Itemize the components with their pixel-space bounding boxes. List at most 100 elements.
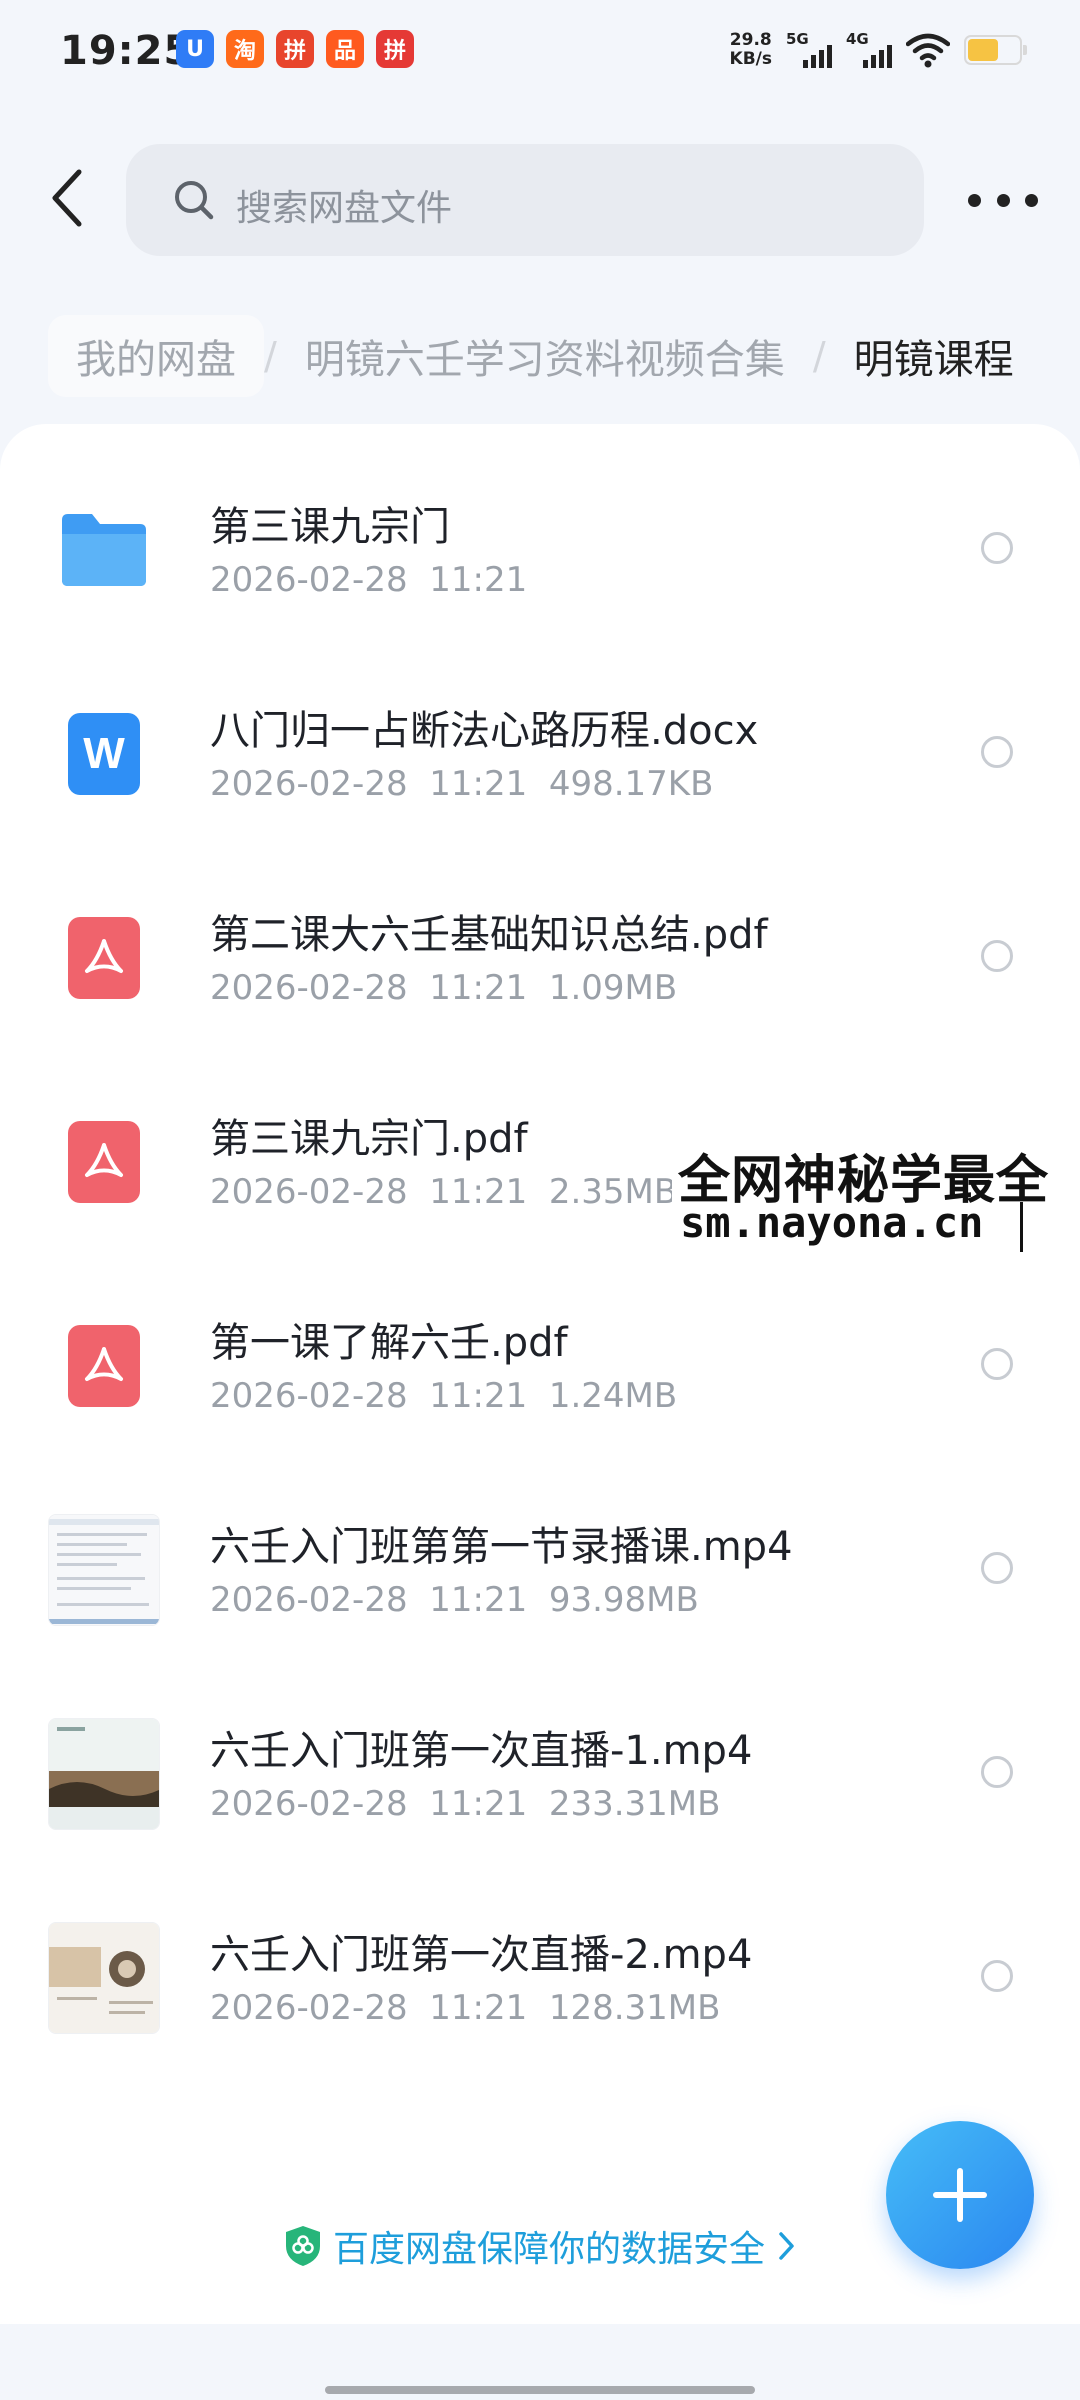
video-thumbnail <box>48 1514 160 1626</box>
file-date: 2026-02-28 <box>210 1784 408 1824</box>
security-banner-link[interactable]: 百度网盘保障你的数据安全 <box>0 2216 1080 2276</box>
search-input[interactable]: 搜索网盘文件 <box>126 144 924 256</box>
network-speed: 29.8 KB/s <box>730 31 772 69</box>
file-date: 2026-02-28 <box>210 1988 408 2028</box>
file-row[interactable]: 第一课了解六壬.pdf 2026-02-28 11:21 1.24MB <box>0 1240 1080 1444</box>
pinduoduo-notification-icon: 拼 <box>276 30 314 68</box>
file-row[interactable]: W 八门归一占断法心路历程.docx 2026-02-28 11:21 498.… <box>0 628 1080 832</box>
select-radio[interactable] <box>981 1960 1013 1992</box>
status-time: 19:25 <box>60 28 193 74</box>
battery-icon <box>964 35 1027 65</box>
file-date: 2026-02-28 <box>210 764 408 804</box>
select-radio[interactable] <box>981 532 1013 564</box>
file-time: 11:21 <box>429 1580 528 1620</box>
select-radio[interactable] <box>981 736 1013 768</box>
file-meta: 2026-02-28 11:21 498.17KB <box>210 764 713 804</box>
folder-icon <box>62 514 146 586</box>
file-time: 11:21 <box>429 764 528 804</box>
file-meta: 2026-02-28 11:21 128.31MB <box>210 1988 720 2028</box>
video-thumbnail <box>48 1718 160 1830</box>
video-thumbnail <box>48 1922 160 2034</box>
file-row[interactable]: 第三课九宗门 2026-02-28 11:21 <box>0 424 1080 628</box>
battery-fill <box>968 39 998 61</box>
network-speed-value: 29.8 <box>729 30 772 50</box>
status-bar: 19:25 U 淘 拼 品 拼 29.8 KB/s 5G 4G <box>0 0 1080 110</box>
file-name: 六壬入门班第一次直播-1.mp4 <box>210 1728 753 1774</box>
file-time: 11:21 <box>429 968 528 1008</box>
file-time: 11:21 <box>429 1376 528 1416</box>
search-placeholder: 搜索网盘文件 <box>236 188 453 229</box>
file-meta: 2026-02-28 11:21 2.35MB <box>210 1172 677 1212</box>
breadcrumb: 我的网盘 / 明镜六壬学习资料视频合集 / 明镜课程 <box>48 315 1014 397</box>
file-meta: 2026-02-28 11:21 1.24MB <box>210 1376 677 1416</box>
file-date: 2026-02-28 <box>210 560 408 600</box>
file-size: 498.17KB <box>548 764 714 804</box>
file-size: 233.31MB <box>548 1784 721 1824</box>
file-name: 六壬入门班第第一节录播课.mp4 <box>210 1524 793 1570</box>
more-dot-icon <box>996 193 1010 207</box>
file-time: 11:21 <box>429 1784 528 1824</box>
file-date: 2026-02-28 <box>210 1580 408 1620</box>
pinduoduo-notification-icon-2: 拼 <box>376 30 414 68</box>
status-indicators: 29.8 KB/s 5G 4G <box>730 30 1027 70</box>
search-icon <box>175 181 214 220</box>
file-list: 第三课九宗门 2026-02-28 11:21 W 八门归一占断法心路历程.do… <box>0 424 1080 2324</box>
file-meta: 2026-02-28 11:21 1.09MB <box>210 968 677 1008</box>
file-size: 128.31MB <box>548 1988 721 2028</box>
pdf-icon <box>68 917 140 999</box>
notification-icons: U 淘 拼 品 拼 <box>176 30 414 68</box>
breadcrumb-collection-folder[interactable]: 明镜六壬学习资料视频合集 <box>277 315 813 397</box>
select-radio[interactable] <box>981 1756 1013 1788</box>
file-name: 八门归一占断法心路历程.docx <box>210 708 759 754</box>
app-notification-icon-2: 品 <box>326 30 364 68</box>
more-dot-icon <box>1025 193 1038 207</box>
file-name: 第三课九宗门 <box>210 504 450 550</box>
file-meta: 2026-02-28 11:21 93.98MB <box>210 1580 699 1620</box>
file-meta: 2026-02-28 11:21 <box>210 560 527 600</box>
home-indicator[interactable] <box>325 2386 755 2394</box>
file-name: 第二课大六壬基础知识总结.pdf <box>210 912 768 958</box>
file-name: 六壬入门班第一次直播-2.mp4 <box>210 1932 753 1978</box>
breadcrumb-separator: / <box>812 334 826 378</box>
watermark-line2: sm.nayona.cn <box>680 1198 984 1247</box>
wifi-icon <box>906 33 950 68</box>
taobao-notification-icon: 淘 <box>226 30 264 68</box>
file-size: 1.24MB <box>548 1376 678 1416</box>
file-name: 第一课了解六壬.pdf <box>210 1320 568 1366</box>
file-row[interactable]: 第二课大六壬基础知识总结.pdf 2026-02-28 11:21 1.09MB <box>0 832 1080 1036</box>
select-radio[interactable] <box>981 1348 1013 1380</box>
app-notification-icon: U <box>176 30 214 68</box>
select-radio[interactable] <box>981 1552 1013 1584</box>
word-doc-icon: W <box>68 713 140 795</box>
breadcrumb-current-folder: 明镜课程 <box>853 337 1014 383</box>
pdf-icon <box>68 1325 140 1407</box>
security-banner-text: 百度网盘保障你的数据安全 <box>332 2229 765 2270</box>
back-button[interactable] <box>38 158 96 238</box>
signal-4g-icon: 4G <box>846 30 892 70</box>
file-date: 2026-02-28 <box>210 968 408 1008</box>
file-size: 2.35MB <box>548 1172 678 1212</box>
file-row[interactable]: 六壬入门班第第一节录播课.mp4 2026-02-28 11:21 93.98M… <box>0 1444 1080 1648</box>
file-name: 第三课九宗门.pdf <box>210 1116 528 1162</box>
file-date: 2026-02-28 <box>210 1172 408 1212</box>
file-size: 93.98MB <box>548 1580 699 1620</box>
text-cursor <box>1020 1202 1023 1252</box>
more-dot-icon <box>968 193 981 207</box>
file-time: 11:21 <box>429 1988 528 2028</box>
breadcrumb-my-drive[interactable]: 我的网盘 <box>48 315 264 397</box>
select-radio[interactable] <box>981 940 1013 972</box>
signal-5g-icon: 5G <box>786 30 832 70</box>
file-row[interactable]: 六壬入门班第一次直播-1.mp4 2026-02-28 11:21 233.31… <box>0 1648 1080 1852</box>
file-size: 1.09MB <box>548 968 678 1008</box>
breadcrumb-separator: / <box>264 334 277 378</box>
more-options-button[interactable] <box>968 176 1038 224</box>
chevron-right-icon <box>779 2232 794 2260</box>
pdf-icon <box>68 1121 140 1203</box>
file-row[interactable]: 六壬入门班第一次直播-2.mp4 2026-02-28 11:21 128.31… <box>0 1852 1080 2056</box>
shield-icon <box>285 2226 320 2266</box>
watermark-overlay: 全网神秘学最全 sm.nayona.cn <box>672 1132 1080 1260</box>
file-date: 2026-02-28 <box>210 1376 408 1416</box>
network-speed-unit: KB/s <box>729 49 772 69</box>
file-meta: 2026-02-28 11:21 233.31MB <box>210 1784 720 1824</box>
chevron-left-icon <box>52 169 82 227</box>
